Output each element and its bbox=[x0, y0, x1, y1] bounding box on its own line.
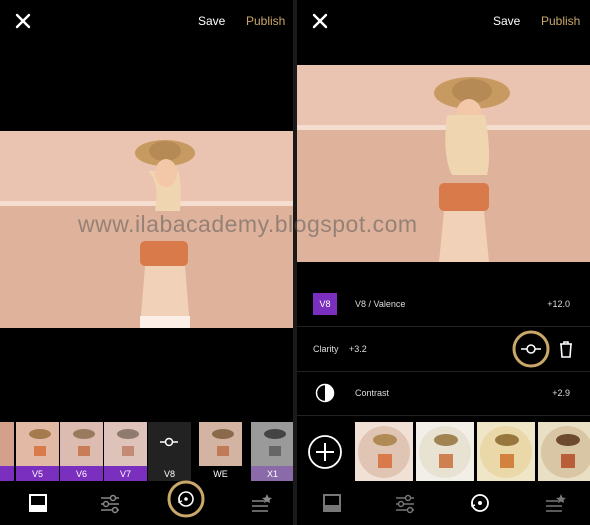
preset-thumb-we[interactable]: WE bbox=[199, 422, 242, 482]
edit-value: +3.2 bbox=[349, 344, 367, 354]
recipes-tab-icon[interactable] bbox=[248, 490, 274, 516]
bottom-toolbar bbox=[0, 480, 293, 525]
adjust-button[interactable] bbox=[512, 330, 550, 368]
presets-tab-icon[interactable] bbox=[319, 490, 345, 516]
edit-row-contrast[interactable]: Contrast +2.9 bbox=[297, 371, 590, 416]
preset-thumb-v6[interactable]: V6 bbox=[60, 422, 103, 482]
preset-thumb-x1[interactable]: X1 bbox=[251, 422, 293, 482]
right-screen: Save Publish V8 V8 / Valence +12.0 Clari… bbox=[297, 0, 590, 525]
preset-image bbox=[480, 426, 532, 478]
bottom-toolbar bbox=[297, 481, 590, 525]
edit-value: +2.9 bbox=[552, 388, 570, 398]
preset-image bbox=[16, 422, 59, 466]
edit-row-preset[interactable]: V8 V8 / Valence +12.0 bbox=[297, 282, 590, 327]
preset-image bbox=[199, 422, 242, 466]
preset-circle-thumb[interactable] bbox=[416, 422, 474, 482]
preset-circle-thumb[interactable] bbox=[477, 422, 535, 482]
top-bar: Save Publish bbox=[297, 0, 590, 42]
top-bar: Save Publish bbox=[0, 0, 293, 42]
watermark-text: www.ilabacademy.blogspot.com bbox=[78, 211, 418, 237]
tools-tab-icon[interactable] bbox=[97, 490, 123, 516]
save-button[interactable]: Save bbox=[198, 14, 225, 28]
publish-button[interactable]: Publish bbox=[541, 14, 580, 28]
preset-circle-thumb[interactable] bbox=[538, 422, 590, 482]
publish-button[interactable]: Publish bbox=[246, 14, 285, 28]
adjust-slider-icon bbox=[160, 437, 178, 447]
preset-badge: V8 bbox=[313, 293, 337, 315]
close-icon[interactable] bbox=[14, 12, 32, 30]
preset-thumb[interactable] bbox=[0, 422, 14, 482]
edit-name: Clarity bbox=[313, 344, 339, 354]
tools-tab-icon[interactable] bbox=[392, 490, 418, 516]
preset-image bbox=[419, 426, 471, 478]
left-screen: Save Publish V5 V6 V7 V8 WE X1 bbox=[0, 0, 293, 525]
history-tab-icon[interactable] bbox=[467, 490, 493, 516]
preset-strip[interactable]: V5 V6 V7 V8 WE X1 bbox=[0, 422, 293, 482]
preset-image bbox=[104, 422, 147, 466]
preset-label: V6 bbox=[60, 466, 103, 482]
preset-label: X1 bbox=[251, 466, 293, 482]
preset-image bbox=[60, 422, 103, 466]
preset-circle-thumb[interactable] bbox=[355, 422, 413, 482]
preset-label: WE bbox=[199, 466, 242, 482]
edit-name: V8 / Valence bbox=[355, 299, 406, 309]
close-icon[interactable] bbox=[311, 12, 329, 30]
recipes-tab-icon[interactable] bbox=[542, 490, 568, 516]
save-button[interactable]: Save bbox=[493, 14, 520, 28]
history-tab-icon[interactable] bbox=[167, 480, 205, 518]
preset-strip[interactable] bbox=[297, 422, 590, 482]
edit-name: Contrast bbox=[355, 388, 390, 398]
preset-thumb-v5[interactable]: V5 bbox=[16, 422, 59, 482]
presets-tab-icon[interactable] bbox=[25, 490, 51, 516]
preset-label: V7 bbox=[104, 466, 147, 482]
preset-image bbox=[251, 422, 293, 466]
preset-label: V5 bbox=[16, 466, 59, 482]
contrast-icon bbox=[315, 383, 335, 403]
edit-value: +12.0 bbox=[547, 299, 570, 309]
preset-image bbox=[358, 426, 410, 478]
edit-row-clarity[interactable]: Clarity +3.2 bbox=[297, 327, 590, 372]
trash-icon[interactable] bbox=[558, 340, 574, 358]
preset-image bbox=[541, 426, 590, 478]
preset-thumb-v8-selected[interactable]: V8 bbox=[148, 422, 191, 482]
preset-thumb-v7[interactable]: V7 bbox=[104, 422, 147, 482]
add-preset-icon[interactable] bbox=[307, 434, 343, 470]
